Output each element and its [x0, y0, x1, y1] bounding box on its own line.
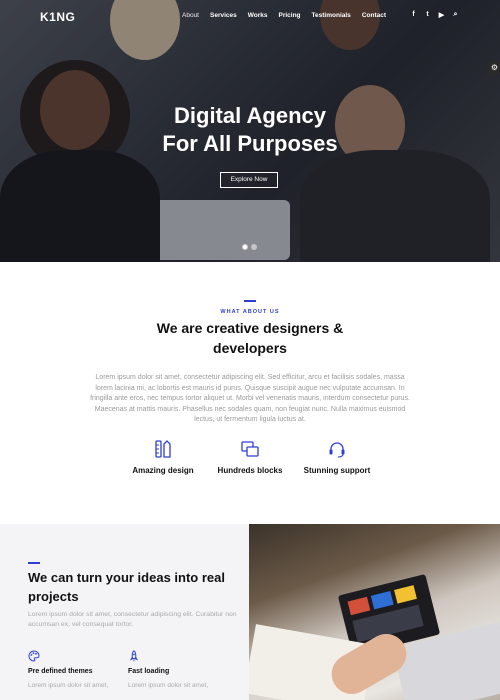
- ideas-item-fast-loading: Fast loading Lorem ipsum dolor sit amet,: [128, 650, 218, 691]
- gear-icon[interactable]: ⚙: [489, 62, 500, 74]
- feature-amazing-design: Amazing design: [120, 440, 206, 475]
- accent-bar: [28, 562, 40, 564]
- nav-item-contact[interactable]: Contact: [362, 12, 386, 19]
- explore-now-button[interactable]: Explore Now: [220, 172, 278, 188]
- feature-list: Amazing design Hundreds blocks Stunning …: [120, 440, 380, 475]
- palette-icon: [28, 650, 40, 662]
- ideas-section: We can turn your ideas into real project…: [0, 524, 500, 700]
- ideas-title: We can turn your ideas into real project…: [28, 570, 225, 604]
- feature-label: Stunning support: [303, 466, 371, 475]
- headset-icon: [329, 442, 345, 458]
- slider-dot-2[interactable]: [251, 244, 257, 250]
- top-nav: K1NG About Services Works Pricing Testim…: [0, 0, 500, 32]
- about-section: WHAT ABOUT US We are creative designers …: [0, 262, 500, 524]
- slider-dots: [242, 244, 257, 250]
- brand-logo[interactable]: K1NG: [40, 10, 75, 24]
- youtube-icon[interactable]: ▶: [438, 11, 445, 19]
- blocks-icon: [241, 441, 259, 457]
- design-tools-icon: [155, 440, 171, 458]
- facebook-icon[interactable]: f: [410, 11, 417, 19]
- hero-title: Digital Agency For All Purposes: [0, 102, 500, 158]
- twitter-icon[interactable]: t: [424, 11, 431, 19]
- nav-item-testimonials[interactable]: Testimonials: [312, 12, 351, 19]
- slider-dot-1[interactable]: [242, 244, 248, 250]
- ideas-item-label: Fast loading: [128, 668, 170, 675]
- hero-title-line1: Digital Agency: [174, 103, 326, 128]
- feature-stunning-support: Stunning support: [294, 440, 380, 475]
- hero-section: K1NG About Services Works Pricing Testim…: [0, 0, 500, 262]
- team-laptop-photo: [249, 524, 500, 700]
- nav-item-works[interactable]: Works: [248, 12, 268, 19]
- nav-item-pricing[interactable]: Pricing: [279, 12, 301, 19]
- feature-label: Amazing design: [132, 466, 194, 475]
- hero-title-line2: For All Purposes: [162, 131, 338, 156]
- feature-hundreds-blocks: Hundreds blocks: [207, 440, 293, 475]
- nav-menu: About Services Works Pricing Testimonial…: [182, 12, 386, 19]
- ideas-item-themes: Pre defined themes Lorem ipsum dolor sit…: [28, 650, 118, 691]
- ideas-panel: We can turn your ideas into real project…: [0, 524, 249, 700]
- social-links: f t ▶ ⌕: [410, 11, 459, 19]
- accent-bar: [244, 300, 256, 302]
- photo-screen-tile: [394, 585, 417, 604]
- ideas-item-label: Pre defined themes: [28, 668, 93, 675]
- photo-screen-tile: [347, 596, 371, 616]
- about-title: We are creative designers & developers: [156, 320, 344, 356]
- feature-label: Hundreds blocks: [217, 466, 283, 475]
- about-text: Lorem ipsum dolor sit amet, consectetur …: [90, 374, 410, 423]
- rocket-icon: [129, 650, 139, 662]
- nav-item-services[interactable]: Services: [210, 12, 237, 19]
- nav-item-about[interactable]: About: [182, 12, 199, 19]
- about-eyebrow: WHAT ABOUT US: [220, 309, 280, 315]
- ideas-item-sub: Lorem ipsum dolor sit amet,: [28, 682, 109, 689]
- photo-screen-tile: [370, 590, 394, 610]
- search-icon[interactable]: ⌕: [452, 11, 459, 19]
- ideas-item-sub: Lorem ipsum dolor sit amet,: [128, 682, 209, 689]
- ideas-text: Lorem ipsum dolor sit amet, consectetur …: [28, 611, 237, 628]
